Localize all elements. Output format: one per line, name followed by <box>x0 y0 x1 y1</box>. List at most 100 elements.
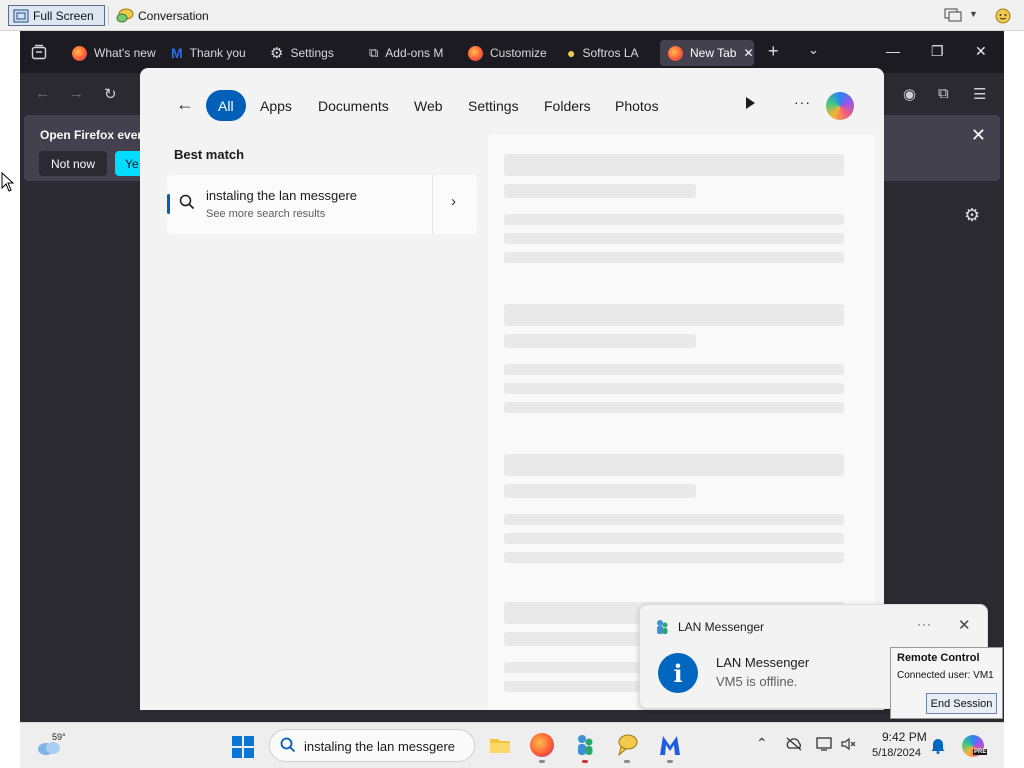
restore-icon[interactable]: ❐ <box>931 43 944 60</box>
windows-logo-tile <box>244 736 254 746</box>
close-tab-icon[interactable]: ✕ <box>743 46 753 60</box>
clock-date[interactable]: 5/18/2024 <box>872 747 921 759</box>
filter-all[interactable]: All <box>206 90 246 121</box>
firefox-icon <box>668 45 683 61</box>
new-tab-icon[interactable]: + <box>768 41 779 62</box>
lan-messenger-icon <box>657 620 668 634</box>
tab-overview-icon[interactable] <box>31 44 47 60</box>
volume-muted-icon[interactable] <box>840 736 856 752</box>
chat-bubble-icon[interactable] <box>615 733 639 757</box>
conversation-label: Conversation <box>138 8 209 23</box>
skeleton-bar <box>504 334 696 348</box>
filter-photos[interactable]: Photos <box>603 90 671 121</box>
filter-apps[interactable]: Apps <box>248 90 304 121</box>
browser-tab-strip: What's new M Thank you ⚙ Settings ⧉ Add-… <box>20 31 1004 73</box>
skeleton-bar <box>504 304 844 326</box>
more-options-icon[interactable]: ··· <box>917 617 932 631</box>
file-explorer-icon[interactable] <box>488 733 512 757</box>
filter-folders[interactable]: Folders <box>532 90 603 121</box>
close-icon[interactable]: ✕ <box>958 616 971 634</box>
windows-logo-tile <box>244 748 254 758</box>
firefox-icon <box>468 45 483 61</box>
weather-widget[interactable]: 59° <box>36 731 68 759</box>
tab-add-ons[interactable]: ⧉ Add-ons M <box>361 40 453 66</box>
remote-control-panel: Remote Control Connected user: VM1 End S… <box>890 647 1003 719</box>
more-options-icon[interactable]: ··· <box>794 94 811 110</box>
reload-icon[interactable]: ↻ <box>104 85 117 103</box>
best-match-heading: Best match <box>174 147 245 162</box>
search-result-item[interactable]: instaling the lan messgere See more sear… <box>167 175 477 234</box>
close-icon[interactable]: ✕ <box>971 125 986 146</box>
end-session-button[interactable]: End Session <box>926 693 997 714</box>
tab-label: Add-ons M <box>385 46 444 60</box>
monitor-icon[interactable] <box>944 8 962 23</box>
windows-logo-tile <box>232 748 242 758</box>
skeleton-bar <box>504 454 844 476</box>
user-face-icon[interactable] <box>994 7 1012 24</box>
mouse-cursor-icon <box>1 172 15 192</box>
filter-documents[interactable]: Documents <box>306 90 401 121</box>
account-icon[interactable]: ◉ <box>903 85 916 103</box>
forward-icon[interactable]: → <box>69 85 84 102</box>
start-button[interactable] <box>232 736 254 758</box>
conversation-button[interactable]: Conversation <box>114 5 209 26</box>
skeleton-bar <box>504 233 844 244</box>
fullscreen-icon <box>13 9 29 22</box>
skeleton-bar <box>504 214 844 225</box>
taskbar-search-box[interactable]: instaling the lan messgere <box>269 729 475 762</box>
selection-indicator <box>167 194 170 214</box>
onedrive-offline-icon[interactable] <box>785 737 803 751</box>
chevron-down-icon[interactable]: ▼ <box>969 9 978 19</box>
back-arrow-icon[interactable]: ← <box>176 94 194 115</box>
not-now-button[interactable]: Not now <box>39 151 107 176</box>
info-icon: i <box>658 653 698 693</box>
display-icon[interactable] <box>816 736 832 752</box>
tab-softros[interactable]: ● Softros LA <box>559 40 651 66</box>
tab-new-tab[interactable]: New Tab ✕ <box>660 40 754 66</box>
skeleton-bar <box>504 533 844 544</box>
result-subtitle: See more search results <box>206 208 326 220</box>
malwarebytes-icon[interactable] <box>658 733 682 757</box>
filter-settings[interactable]: Settings <box>456 90 531 121</box>
play-icon[interactable] <box>746 97 755 109</box>
skeleton-bar <box>504 552 844 563</box>
toolbar-divider <box>108 6 109 25</box>
skeleton-bar <box>504 154 844 176</box>
chevron-right-icon[interactable]: › <box>451 193 456 210</box>
notification-bell-icon[interactable] <box>930 736 946 754</box>
result-title: instaling the lan messgere <box>206 188 358 203</box>
lan-messenger-icon[interactable] <box>573 733 597 757</box>
firefox-icon[interactable] <box>530 733 554 757</box>
taskbar: 59° instaling the lan messgere ⌃ 9:42 PM… <box>20 722 1004 768</box>
full-screen-button[interactable]: Full Screen <box>8 5 105 26</box>
tab-list-chevron-icon[interactable]: ⌄ <box>808 42 819 58</box>
copilot-icon[interactable] <box>826 92 854 120</box>
running-indicator <box>539 760 545 763</box>
tab-label: Customize <box>490 46 547 60</box>
skeleton-bar <box>504 484 696 498</box>
extensions-icon[interactable]: ⧉ <box>938 85 949 102</box>
malwarebytes-icon: M <box>171 45 183 61</box>
back-icon[interactable]: ← <box>35 85 50 102</box>
gear-icon: ⚙ <box>270 45 284 62</box>
skeleton-bar <box>504 514 844 525</box>
preview-badge: PRE <box>973 749 988 755</box>
tab-settings[interactable]: ⚙ Settings <box>262 40 354 66</box>
menu-icon[interactable]: ☰ <box>973 85 986 103</box>
tab-customize[interactable]: Customize <box>460 40 552 66</box>
gear-icon[interactable]: ⚙ <box>964 205 980 226</box>
minimize-icon[interactable]: — <box>886 43 900 59</box>
clock-time[interactable]: 9:42 PM <box>882 730 927 744</box>
chat-bubble-icon: ● <box>567 45 576 61</box>
close-window-icon[interactable]: ✕ <box>975 43 987 60</box>
tab-label: Thank you <box>189 46 246 60</box>
tab-whats-new[interactable]: What's new <box>64 40 156 66</box>
filter-web[interactable]: Web <box>402 90 455 121</box>
weather-temperature: 59° <box>52 732 66 742</box>
running-indicator <box>624 760 630 763</box>
firefox-icon <box>72 45 87 61</box>
remote-control-title: Remote Control <box>897 652 980 664</box>
chevron-up-icon[interactable]: ⌃ <box>756 735 768 752</box>
skeleton-bar <box>504 402 844 413</box>
tab-thank-you[interactable]: M Thank you <box>163 40 255 66</box>
